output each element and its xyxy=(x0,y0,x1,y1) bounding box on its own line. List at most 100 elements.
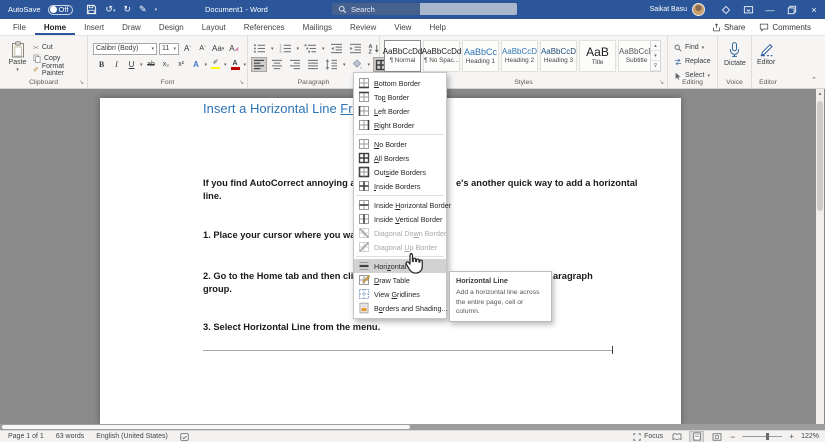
proofing-icon[interactable] xyxy=(180,433,189,441)
font-name-combo[interactable]: Calibri (Body)▾ xyxy=(93,43,157,55)
redo-icon[interactable]: ↻ xyxy=(123,5,131,14)
ribbon-display-options-icon[interactable] xyxy=(737,0,759,19)
styles-scroll-up-icon[interactable]: ▴ xyxy=(651,41,660,51)
tab-design[interactable]: Design xyxy=(150,19,193,35)
text-effects-button[interactable]: A xyxy=(190,58,203,71)
zoom-slider-thumb[interactable] xyxy=(766,433,769,440)
superscript-button[interactable]: x² xyxy=(175,58,188,71)
styles-scroll-down-icon[interactable]: ▾ xyxy=(651,51,660,61)
grow-font-button[interactable]: Aˆ xyxy=(181,42,194,55)
multilevel-list-button[interactable] xyxy=(303,42,318,55)
menu-item-borders-and-shading[interactable]: Borders and Shading... xyxy=(354,301,446,315)
menu-item-left-border[interactable]: Left Border xyxy=(354,104,446,118)
web-layout-icon[interactable] xyxy=(710,432,723,442)
search-box[interactable]: Search xyxy=(332,3,517,15)
underline-button[interactable]: U xyxy=(125,58,138,71)
cut-button[interactable]: ✂Cut xyxy=(33,42,53,53)
italic-button[interactable]: I xyxy=(110,58,123,71)
menu-item-inside-vertical-border[interactable]: Inside Vertical Border xyxy=(354,212,446,226)
menu-item-view-gridlines[interactable]: View Gridlines xyxy=(354,287,446,301)
style-card-heading-2[interactable]: AaBbCcDHeading 2 xyxy=(501,40,538,72)
find-button[interactable]: Find▾ xyxy=(674,42,711,53)
style-card-heading-3[interactable]: AaBbCcDHeading 3 xyxy=(540,40,577,72)
share-button[interactable]: Share xyxy=(712,23,745,32)
highlight-dropdown-icon[interactable]: ▾ xyxy=(224,62,227,68)
paste-button[interactable]: Paste ▾ xyxy=(5,41,30,83)
align-left-button[interactable] xyxy=(252,58,266,71)
sort-button[interactable]: AZ xyxy=(367,42,381,55)
close-button[interactable]: × xyxy=(803,0,825,19)
line-spacing-button[interactable] xyxy=(324,58,339,71)
print-layout-icon[interactable] xyxy=(690,432,703,442)
vertical-scrollbar[interactable]: ▲ xyxy=(816,89,824,424)
font-color-dropdown-icon[interactable]: ▾ xyxy=(244,62,247,68)
focus-mode-button[interactable]: Focus xyxy=(633,433,663,441)
font-size-combo[interactable]: 11▾ xyxy=(159,43,179,55)
font-dialog-launcher-icon[interactable]: ↘ xyxy=(239,79,244,86)
format-painter-button[interactable]: ✐Format Painter xyxy=(33,64,87,75)
zoom-level[interactable]: 122% xyxy=(801,433,819,440)
shading-button[interactable] xyxy=(350,58,364,71)
page-count[interactable]: Page 1 of 1 xyxy=(8,433,44,440)
font-color-button[interactable]: A xyxy=(229,58,242,71)
justify-button[interactable] xyxy=(306,58,320,71)
text-effects-dropdown-icon[interactable]: ▾ xyxy=(205,62,208,68)
search-box-field[interactable] xyxy=(420,3,517,15)
style-card-heading-1[interactable]: AaBbCcHeading 1 xyxy=(462,40,499,72)
menu-item-bottom-border[interactable]: Bottom Border xyxy=(354,76,446,90)
tab-home[interactable]: Home xyxy=(35,19,75,35)
shrink-font-button[interactable]: Aˇ xyxy=(196,42,209,55)
zoom-slider[interactable] xyxy=(742,436,782,437)
tab-references[interactable]: References xyxy=(235,19,294,35)
horizontal-scrollbar-thumb[interactable] xyxy=(2,425,410,429)
comments-button[interactable]: Comments xyxy=(759,23,811,32)
minimize-button[interactable]: — xyxy=(759,0,781,19)
menu-item-right-border[interactable]: Right Border xyxy=(354,118,446,132)
tab-view[interactable]: View xyxy=(385,19,420,35)
clipboard-dialog-launcher-icon[interactable]: ↘ xyxy=(79,79,84,86)
styles-dialog-launcher-icon[interactable]: ↘ xyxy=(659,79,664,86)
read-mode-icon[interactable] xyxy=(670,432,683,442)
replace-button[interactable]: Replace xyxy=(674,56,711,67)
tab-file[interactable]: File xyxy=(4,19,35,35)
style-card-title[interactable]: AaBTitle xyxy=(579,40,616,72)
shading-dropdown-icon[interactable]: ▾ xyxy=(368,62,371,68)
numbered-list-button[interactable]: 123 xyxy=(278,42,293,55)
collapse-ribbon-icon[interactable]: ⌃ xyxy=(811,76,817,84)
menu-item-top-border[interactable]: Top Border xyxy=(354,90,446,104)
style-card-normal[interactable]: AaBbCcDd¶ Normal xyxy=(384,40,421,72)
increase-indent-button[interactable] xyxy=(348,42,363,55)
menu-item-draw-table[interactable]: Draw Table xyxy=(354,273,446,287)
menu-item-horizontal-line[interactable]: Horizontal Line xyxy=(354,259,446,273)
highlight-button[interactable]: ✐ xyxy=(209,58,222,71)
zoom-out-button[interactable]: − xyxy=(730,432,735,442)
bold-button[interactable]: B xyxy=(95,58,108,71)
tab-draw[interactable]: Draw xyxy=(113,19,150,35)
qat-customize-icon[interactable]: ▾ xyxy=(155,7,158,13)
decrease-indent-button[interactable] xyxy=(329,42,344,55)
menu-item-inside-borders[interactable]: Inside Borders xyxy=(354,179,446,193)
change-case-button[interactable]: Aa▾ xyxy=(211,42,225,55)
restore-button[interactable] xyxy=(781,0,803,19)
paste-dropdown-icon[interactable]: ▾ xyxy=(16,67,19,73)
menu-item-all-borders[interactable]: All Borders xyxy=(354,151,446,165)
clear-formatting-button[interactable]: A◢ xyxy=(227,42,240,55)
save-icon[interactable] xyxy=(86,4,97,15)
avatar[interactable] xyxy=(692,3,705,16)
undo-icon[interactable]: ↺▾ xyxy=(105,5,115,14)
vertical-scrollbar-thumb[interactable] xyxy=(817,101,823,211)
tab-mailings[interactable]: Mailings xyxy=(294,19,341,35)
subscript-button[interactable]: x₂ xyxy=(160,58,173,71)
tab-review[interactable]: Review xyxy=(341,19,385,35)
dictate-button[interactable]: Dictate xyxy=(724,41,746,67)
zoom-in-button[interactable]: + xyxy=(789,432,794,441)
menu-item-inside-horizontal-border[interactable]: Inside Horizontal Border xyxy=(354,198,446,212)
language-status[interactable]: English (United States) xyxy=(96,433,168,440)
tab-help[interactable]: Help xyxy=(420,19,454,35)
align-center-button[interactable] xyxy=(270,58,284,71)
strikethrough-button[interactable]: ab xyxy=(145,58,158,71)
scroll-up-icon[interactable]: ▲ xyxy=(816,91,824,97)
coming-soon-icon[interactable] xyxy=(715,0,737,19)
autosave-toggle[interactable]: Off xyxy=(48,5,74,15)
bullet-list-button[interactable] xyxy=(252,42,267,55)
